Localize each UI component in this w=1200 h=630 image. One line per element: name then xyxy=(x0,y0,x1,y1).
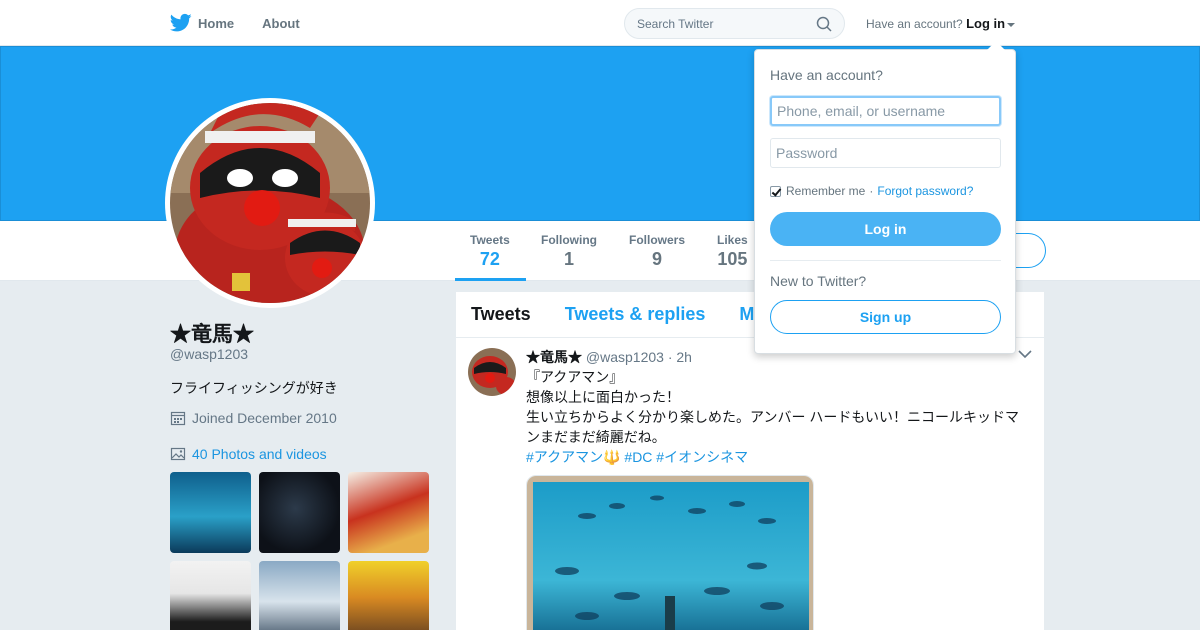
photo-thumb[interactable] xyxy=(348,561,429,630)
login-dropdown-toggle[interactable]: Log in xyxy=(966,16,1005,31)
stat-label: Following xyxy=(541,233,597,247)
tweet-avatar[interactable] xyxy=(468,348,516,396)
tweet-media-image[interactable] xyxy=(526,475,814,630)
tweet-author-name[interactable]: ★竜馬★ xyxy=(526,349,582,365)
tweet-line: 生い立ちからよく分かり楽しめた。アンバー ハードもいい！ニコールキッドマンまだま… xyxy=(526,409,1020,445)
avatar-image xyxy=(170,103,370,303)
dropdown-divider xyxy=(770,260,1001,261)
search-placeholder: Search Twitter xyxy=(637,16,714,31)
login-button[interactable]: Log in xyxy=(770,212,1001,246)
new-to-twitter-text: New to Twitter? xyxy=(770,273,867,289)
stat-label: Tweets xyxy=(470,233,510,247)
photo-thumb[interactable] xyxy=(348,472,429,553)
caret-down-icon[interactable] xyxy=(1007,22,1016,27)
photos-videos-link[interactable]: 40 Photos and videos xyxy=(170,446,327,462)
remember-row: Remember me · Forgot password? xyxy=(770,184,973,198)
separator-dot: · xyxy=(869,184,874,198)
profile-bio: フライフィッシングが好き xyxy=(170,380,338,396)
tweet-timestamp[interactable]: · 2h xyxy=(668,349,692,365)
nav-left: Home About xyxy=(170,0,328,46)
stat-value: 1 xyxy=(563,249,574,269)
dropdown-arrow xyxy=(987,41,1005,50)
stat-followers[interactable]: Followers 9 xyxy=(629,233,685,270)
tweet-avatar-picture xyxy=(468,348,516,396)
profile-handle[interactable]: @wasp1203 xyxy=(170,346,248,362)
nav-home-link[interactable]: Home xyxy=(198,16,234,31)
aquaman-poster-picture xyxy=(527,476,813,630)
tab-media[interactable]: M xyxy=(739,304,754,325)
photos-videos-label[interactable]: 40 Photos and videos xyxy=(192,446,327,462)
active-stat-underline xyxy=(455,278,526,281)
photo-thumb[interactable] xyxy=(170,561,251,630)
photo-grid xyxy=(170,472,430,630)
tweet-header: ★竜馬★ @wasp1203 · 2h xyxy=(526,347,692,367)
forgot-password-link[interactable]: Forgot password? xyxy=(877,184,973,198)
photo-thumb[interactable] xyxy=(259,472,340,553)
nav-about-link[interactable]: About xyxy=(262,16,300,31)
top-nav-bar: Home About Search Twitter Have an accoun… xyxy=(0,0,1200,46)
stat-value: 105 xyxy=(717,249,748,269)
account-prompt: Have an account? Log in xyxy=(866,16,1016,31)
signup-button[interactable]: Sign up xyxy=(770,300,1001,334)
tweet-author-handle[interactable]: @wasp1203 xyxy=(586,349,664,365)
search-icon[interactable] xyxy=(816,16,832,32)
password-field[interactable]: Password xyxy=(770,138,1001,168)
joined-text: Joined December 2010 xyxy=(192,410,337,426)
calendar-icon xyxy=(170,411,186,426)
stat-likes[interactable]: Likes 105 xyxy=(717,233,748,270)
username-field[interactable]: Phone, email, or username xyxy=(770,96,1001,126)
remember-label[interactable]: Remember me xyxy=(786,184,865,198)
stat-value: 72 xyxy=(479,249,500,269)
remember-checkbox[interactable] xyxy=(770,185,781,197)
photo-icon xyxy=(170,447,186,461)
dropdown-title: Have an account? xyxy=(770,67,883,83)
chevron-down-icon[interactable] xyxy=(1018,349,1032,359)
stat-label: Likes xyxy=(717,233,748,247)
login-dropdown: Have an account? Phone, email, or userna… xyxy=(754,41,1016,354)
twitter-bird-icon[interactable] xyxy=(170,13,192,33)
tab-tweets[interactable]: Tweets xyxy=(471,304,531,325)
search-input[interactable]: Search Twitter xyxy=(624,8,845,39)
tab-tweets-replies[interactable]: Tweets & replies xyxy=(565,304,706,325)
tweet-line: 想像以上に面白かった！ xyxy=(526,389,680,405)
tweet-line: 『アクアマン』 xyxy=(526,369,624,385)
photo-thumb[interactable] xyxy=(170,472,251,553)
stat-value: 9 xyxy=(652,249,663,269)
profile-avatar[interactable] xyxy=(165,98,375,308)
tweet-hashtags[interactable]: #アクアマン🔱 #DC #イオンシネマ xyxy=(526,447,1026,467)
profile-joined: Joined December 2010 xyxy=(170,410,337,426)
stat-label: Followers xyxy=(629,233,686,247)
account-prompt-text: Have an account? xyxy=(866,17,963,31)
profile-name: ★竜馬★ xyxy=(170,323,254,346)
stat-tweets[interactable]: Tweets 72 xyxy=(470,233,510,270)
tweet-text: 『アクアマン』 想像以上に面白かった！ 生い立ちからよく分かり楽しめた。アンバー… xyxy=(526,367,1026,467)
photo-thumb[interactable] xyxy=(259,561,340,630)
tweet[interactable]: ★竜馬★ @wasp1203 · 2h 『アクアマン』 想像以上に面白かった！ … xyxy=(456,339,1044,630)
stat-following[interactable]: Following 1 xyxy=(541,233,597,270)
plush-mascot-picture xyxy=(170,103,370,303)
